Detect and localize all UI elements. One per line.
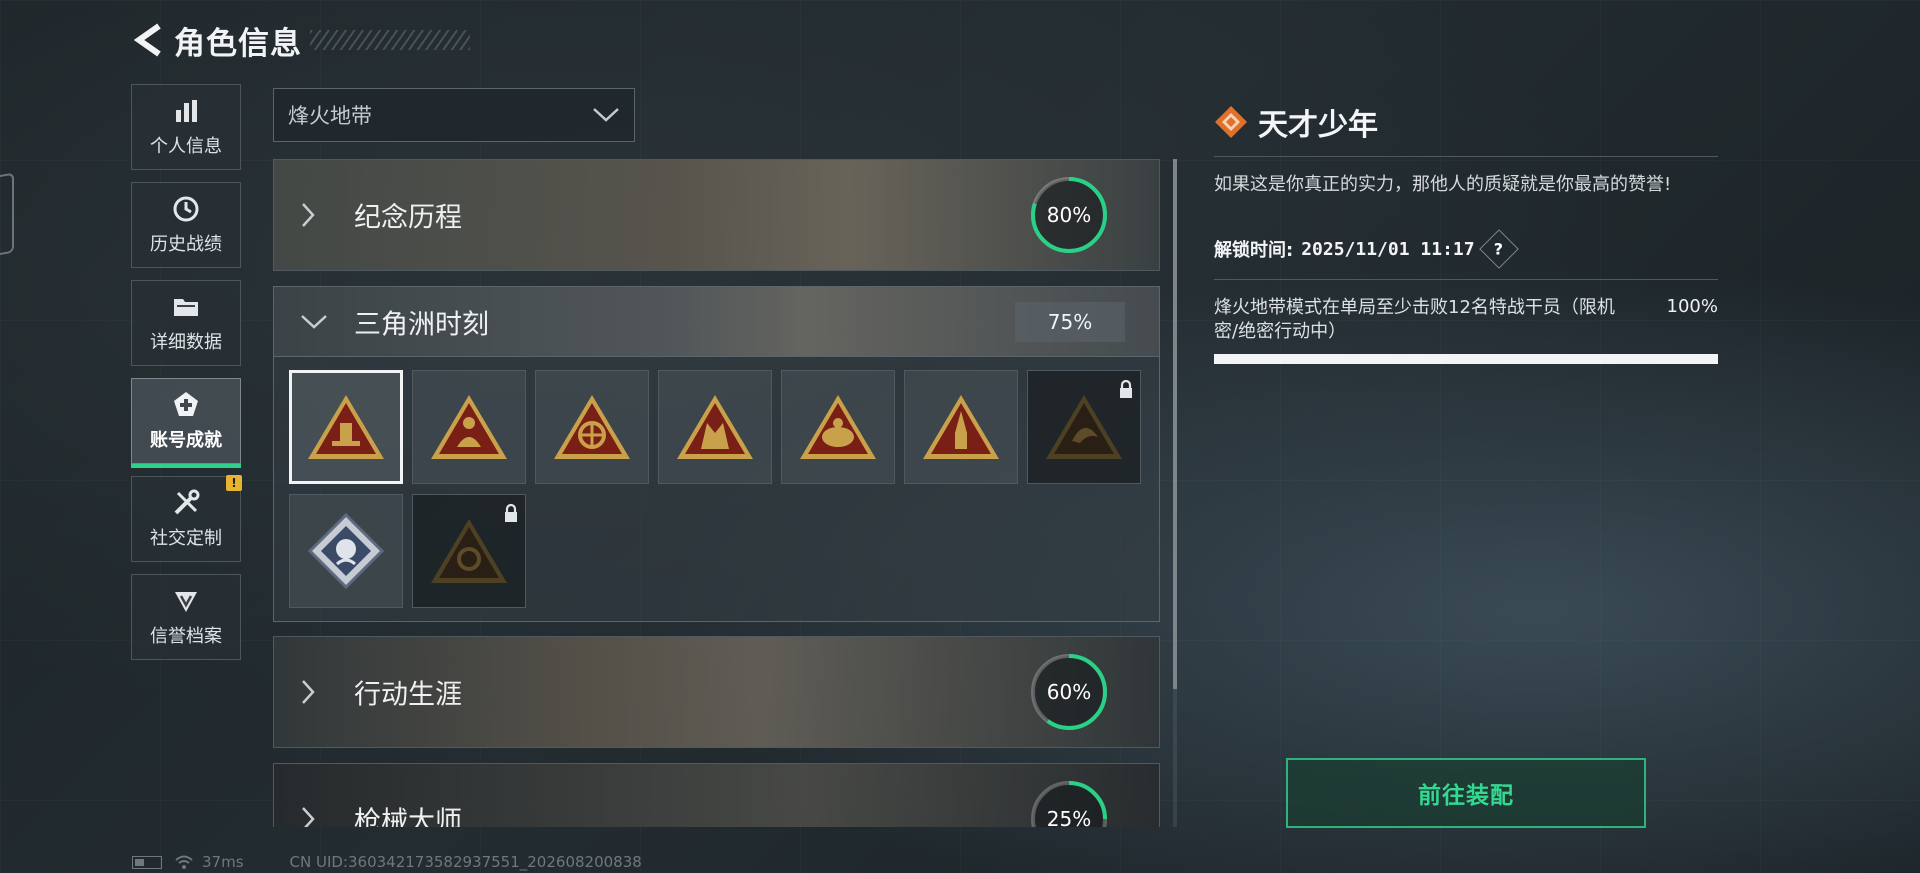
gold-triangle-badge-icon — [800, 395, 876, 459]
sidebar-item-achievements[interactable]: 账号成就 — [131, 378, 241, 468]
status-bar: 37ms CN UID:360342173582937551_202608200… — [132, 852, 642, 872]
bar-chart-icon — [171, 96, 201, 126]
go-to-equip-button[interactable]: 前往装配 — [1286, 758, 1646, 828]
category-expanded-delta-moments: 三角洲时刻 75% — [273, 286, 1160, 622]
category-row-weapon-master[interactable]: 枪械大师 25% — [273, 763, 1160, 827]
unlock-time-row: 解锁时间: 2025/11/01 11:17 ? — [1214, 229, 1718, 269]
condition-progress-bar — [1214, 354, 1718, 364]
divider — [1214, 156, 1718, 157]
achievement-badge[interactable] — [412, 370, 526, 484]
sidebar-item-social[interactable]: ! 社交定制 — [131, 475, 242, 562]
chevron-right-icon — [302, 807, 315, 827]
lock-icon — [1120, 379, 1132, 398]
sidebar-item-label: 历史战绩 — [150, 234, 222, 255]
category-row-career[interactable]: 行动生涯 60% — [273, 636, 1160, 748]
achievement-badge[interactable] — [289, 370, 403, 484]
gold-triangle-badge-icon — [554, 395, 630, 459]
sidebar: 个人信息 历史战绩 详细数据 账号成就 ! 社交定制 信誉档案 — [131, 84, 242, 672]
side-handle[interactable] — [0, 172, 14, 258]
question-icon: ? — [1493, 239, 1504, 259]
progress-ring: 25% — [1029, 779, 1109, 827]
sidebar-item-label: 社交定制 — [150, 528, 222, 549]
chevron-right-icon — [302, 203, 315, 227]
dark-triangle-badge-icon — [1046, 395, 1122, 459]
category-name: 行动生涯 — [354, 679, 462, 711]
diamond-emblem-icon — [1215, 106, 1247, 138]
condition-percent: 100% — [1666, 296, 1718, 317]
achievement-badge[interactable] — [289, 494, 403, 608]
help-button[interactable]: ? — [1478, 229, 1519, 269]
sidebar-item-profile[interactable]: 个人信息 — [131, 84, 241, 170]
header: 角色信息 — [130, 18, 470, 62]
chevron-right-icon — [302, 680, 315, 704]
battery-icon — [132, 855, 162, 869]
lock-icon — [505, 503, 517, 522]
condition-row: 烽火地带模式在单局至少击败12名特战干员（限机密/绝密行动中） 100% — [1214, 279, 1718, 364]
wifi-icon — [175, 855, 193, 869]
category-row-delta-moments[interactable]: 三角洲时刻 75% — [274, 287, 1159, 357]
history-icon — [171, 194, 201, 224]
achievement-badge-locked[interactable] — [412, 494, 526, 608]
uid-text: CN UID:360342173582937551_202608200838 — [289, 853, 642, 871]
sidebar-item-details[interactable]: 详细数据 — [131, 280, 241, 366]
sidebar-item-label: 详细数据 — [150, 332, 222, 353]
chevron-down-icon — [593, 108, 619, 122]
sidebar-item-label: 账号成就 — [150, 430, 222, 451]
back-button[interactable] — [130, 20, 166, 60]
unlock-time: 2025/11/01 11:17 — [1301, 238, 1475, 260]
sidebar-item-reputation[interactable]: 信誉档案 — [131, 574, 241, 660]
achievement-description: 如果这是你真正的实力，那他人的质疑就是你最高的赞誉! — [1214, 174, 1672, 195]
gold-triangle-badge-icon — [308, 395, 384, 459]
category-name: 枪械大师 — [354, 806, 462, 828]
progress-fill — [1214, 354, 1718, 364]
progress-ring: 80% — [1029, 175, 1109, 255]
folder-icon — [171, 292, 201, 322]
achievement-icon — [171, 390, 201, 420]
progress-percent: 25% — [1046, 807, 1092, 827]
title-decoration — [310, 30, 470, 50]
progress-percent: 75% — [1015, 302, 1125, 342]
scrollbar[interactable] — [1173, 159, 1177, 827]
reputation-icon — [171, 586, 201, 616]
gold-triangle-badge-icon — [431, 395, 507, 459]
achievement-badge[interactable] — [658, 370, 772, 484]
sidebar-item-label: 个人信息 — [150, 136, 222, 157]
gold-triangle-badge-icon — [677, 395, 753, 459]
category-name: 纪念历程 — [354, 202, 462, 234]
chevron-down-icon — [301, 314, 327, 329]
achievement-badge[interactable] — [781, 370, 895, 484]
progress-percent: 60% — [1046, 680, 1092, 704]
back-arrow-icon — [133, 23, 161, 57]
dropdown-value: 烽火地带 — [288, 104, 372, 128]
achievement-badge[interactable] — [535, 370, 649, 484]
condition-text: 烽火地带模式在单局至少击败12名特战干员（限机密/绝密行动中） — [1214, 297, 1615, 342]
sidebar-item-label: 信誉档案 — [150, 626, 222, 647]
progress-percent: 80% — [1046, 203, 1092, 227]
warning-badge: ! — [226, 475, 242, 491]
achievement-badge-locked[interactable] — [1027, 370, 1141, 484]
detail-header: 天才少年 — [1214, 100, 1718, 144]
progress-ring: 60% — [1029, 652, 1109, 732]
achievement-detail-panel: 天才少年 如果这是你真正的实力，那他人的质疑就是你最高的赞誉! 解锁时间: 20… — [1214, 100, 1718, 364]
silver-diamond-badge-icon — [307, 512, 385, 590]
page-title: 角色信息 — [174, 25, 302, 62]
tools-icon — [171, 488, 201, 518]
equip-button-label: 前往装配 — [1418, 783, 1514, 809]
category-list[interactable]: 纪念历程 80% 三角洲时刻 75% 行动生涯 60% 枪械大师 25% — [273, 159, 1160, 827]
category-row-memorial[interactable]: 纪念历程 80% — [273, 159, 1160, 271]
unlock-label: 解锁时间: — [1214, 240, 1294, 261]
achievement-title: 天才少年 — [1258, 108, 1378, 143]
dark-triangle-badge-icon — [431, 519, 507, 583]
ping-text: 37ms — [202, 853, 244, 871]
gold-triangle-badge-icon — [923, 395, 999, 459]
category-name: 三角洲时刻 — [354, 309, 489, 340]
scrollbar-thumb[interactable] — [1173, 159, 1177, 689]
sidebar-item-history[interactable]: 历史战绩 — [131, 182, 241, 268]
achievement-badge[interactable] — [904, 370, 1018, 484]
mode-dropdown[interactable]: 烽火地带 — [273, 88, 635, 142]
